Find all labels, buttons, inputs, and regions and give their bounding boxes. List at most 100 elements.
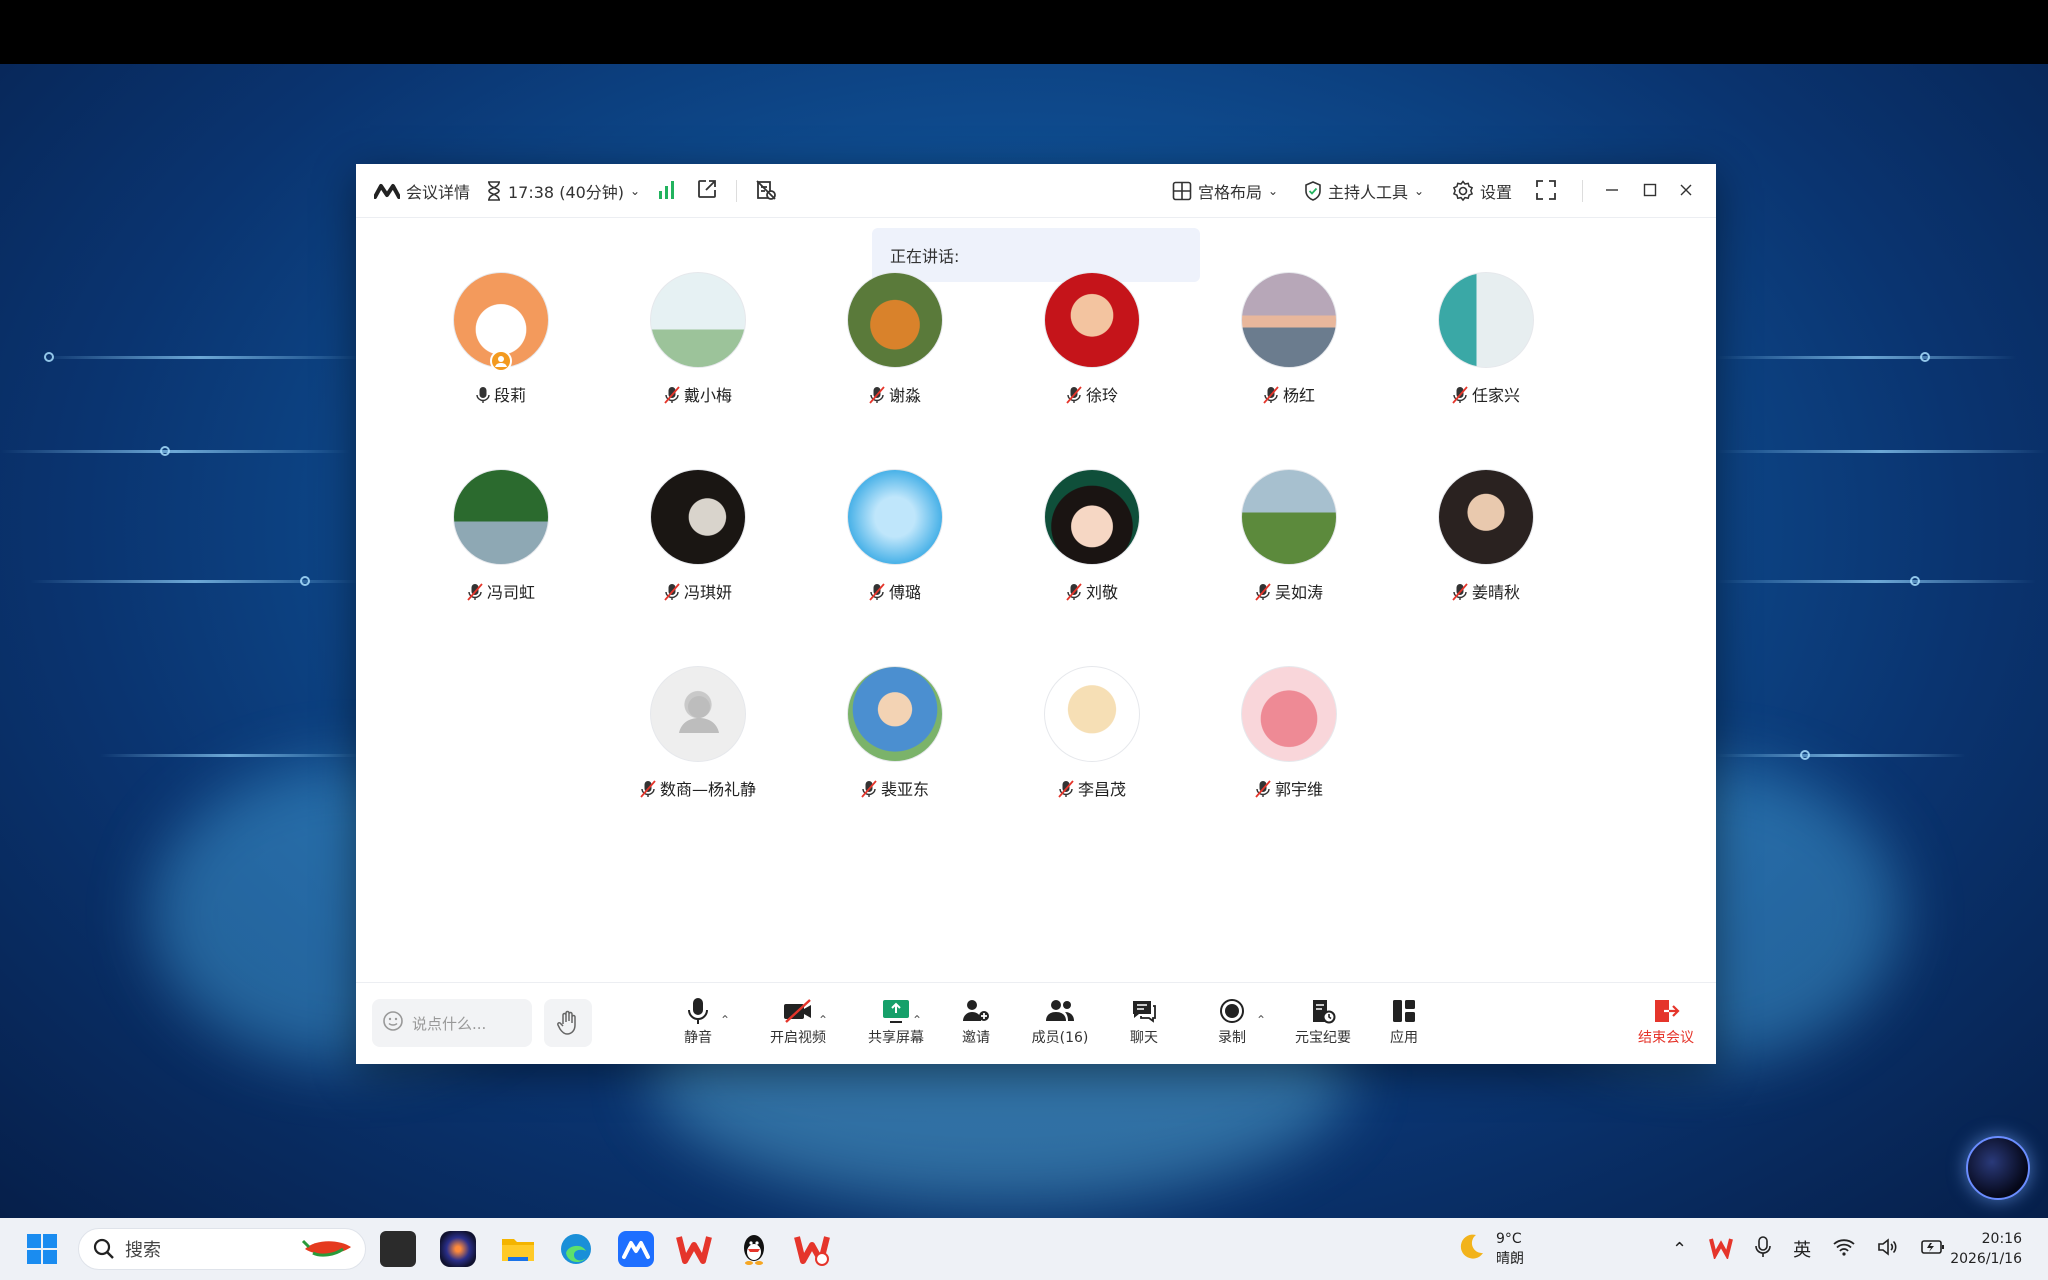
end-meeting-label: 结束会议 [1638, 1030, 1694, 1046]
participant-tile[interactable]: 杨红 [1214, 272, 1364, 412]
participant-name-row: 冯司虹 [426, 579, 576, 603]
participant-name-row: 姜晴秋 [1411, 579, 1561, 603]
start-video-button[interactable]: 开启视频 [752, 995, 844, 1055]
share-options-caret[interactable]: ⌃ [912, 1013, 922, 1027]
participant-tile[interactable]: 段莉 [426, 272, 576, 412]
taskbar-search-box[interactable]: 搜索 [78, 1228, 366, 1270]
participant-tile[interactable]: 刘敬 [1017, 469, 1167, 609]
video-options-caret[interactable]: ⌃ [818, 1013, 828, 1027]
members-icon [1046, 1000, 1074, 1021]
search-highlight-pepper-icon [299, 1233, 355, 1266]
participant-tile[interactable]: 任家兴 [1411, 272, 1561, 412]
participant-tile[interactable]: 吴如涛 [1214, 469, 1364, 609]
raise-hand-button[interactable] [544, 999, 592, 1047]
chat-input[interactable]: 说点什么... [372, 999, 532, 1047]
windows-start-icon[interactable] [24, 1231, 60, 1267]
record-label: 录制 [1218, 1030, 1246, 1046]
participant-tile[interactable]: 李昌茂 [1017, 666, 1167, 806]
chat-button[interactable]: 聊天 [1112, 995, 1176, 1055]
participant-tile[interactable]: 裴亚东 [820, 666, 970, 806]
mute-options-caret[interactable]: ⌃ [720, 1013, 730, 1027]
participant-tile[interactable]: 数商—杨礼静 [623, 666, 773, 806]
volume-icon[interactable] [1877, 1237, 1899, 1262]
record-options-caret[interactable]: ⌃ [1256, 1013, 1266, 1027]
input-method-indicator[interactable]: 英 [1793, 1236, 1811, 1262]
participant-tile[interactable]: 徐玲 [1017, 272, 1167, 412]
microphone-muted-icon [1058, 780, 1074, 798]
emoji-icon[interactable] [382, 1010, 404, 1036]
members-button[interactable]: 成员(16) [1018, 995, 1102, 1055]
qq-penguin-icon[interactable] [736, 1231, 772, 1267]
summary-label: 元宝纪要 [1295, 1030, 1351, 1046]
participant-name-row: 任家兴 [1411, 382, 1561, 406]
microphone-muted-icon [664, 386, 680, 404]
share-screen-button[interactable]: 共享屏幕 [846, 995, 946, 1055]
microphone-muted-icon [467, 583, 483, 601]
share-label: 共享屏幕 [868, 1030, 924, 1046]
participant-tile[interactable]: 郭宇维 [1214, 666, 1364, 806]
microphone-muted-icon [869, 583, 885, 601]
moon-icon [1456, 1232, 1486, 1266]
weather-desc: 晴朗 [1496, 1251, 1524, 1267]
file-explorer-icon[interactable] [500, 1231, 536, 1267]
avatar [650, 666, 746, 762]
avatar [650, 469, 746, 565]
participant-name-row: 郭宇维 [1214, 776, 1364, 800]
microphone-muted-icon [1452, 583, 1468, 601]
apps-button[interactable]: 应用 [1372, 995, 1436, 1055]
weather-widget[interactable]: 9°C 晴朗 [1456, 1218, 1524, 1280]
participant-tile[interactable]: 戴小梅 [623, 272, 773, 412]
browser-app-icon[interactable] [440, 1231, 476, 1267]
participant-tile[interactable]: 谢淼 [820, 272, 970, 412]
wps-office-icon[interactable] [676, 1231, 712, 1267]
participant-name-row: 吴如涛 [1214, 579, 1364, 603]
video-off-icon [784, 999, 811, 1023]
participant-name: 傅璐 [888, 583, 921, 602]
participant-tile[interactable]: 傅璐 [820, 469, 970, 609]
assistant-orb-icon[interactable] [1966, 1136, 2030, 1200]
clock[interactable]: 20:16 2026/1/16 [1946, 1218, 2022, 1280]
battery-icon[interactable] [1921, 1238, 1945, 1261]
microphone-muted-icon [664, 583, 680, 601]
avatar [1241, 666, 1337, 762]
microphone-muted-icon [869, 386, 885, 404]
participant-tile[interactable]: 姜晴秋 [1411, 469, 1561, 609]
microphone-icon [688, 998, 708, 1024]
invite-button[interactable]: 邀请 [944, 995, 1008, 1055]
microphone-muted-icon [861, 780, 877, 798]
ai-summary-button[interactable]: 元宝纪要 [1278, 995, 1368, 1055]
search-icon [93, 1238, 114, 1259]
participant-name-row: 傅璐 [820, 579, 970, 603]
end-meeting-button[interactable]: 结束会议 [1626, 995, 1706, 1055]
participant-tile[interactable]: 冯琪妍 [623, 469, 773, 609]
avatar [1044, 272, 1140, 368]
raise-hand-icon [557, 1010, 576, 1035]
avatar [453, 469, 549, 565]
microphone-icon[interactable] [1755, 1235, 1771, 1263]
share-screen-icon [883, 1000, 909, 1023]
participant-grid: 段莉 戴小梅 谢淼 徐玲 杨红 任家兴冯司虹 冯琪妍 傅璐 刘敬 吴如涛 姜晴秋数商—杨礼静 裴亚东 李… [356, 164, 1716, 1064]
participant-name: 任家兴 [1471, 386, 1520, 405]
clock-time: 20:16 [1981, 1231, 2022, 1247]
wifi-icon[interactable] [1833, 1238, 1855, 1261]
microphone-muted-icon [1255, 583, 1271, 601]
chevron-up-icon[interactable]: ⌃ [1672, 1239, 1687, 1260]
wps-tray-icon[interactable] [1709, 1235, 1734, 1264]
record-icon [1220, 999, 1244, 1023]
participant-name: 数商—杨礼静 [659, 780, 756, 799]
participant-name-row: 裴亚东 [820, 776, 970, 800]
avatar [847, 469, 943, 565]
participant-name-row: 戴小梅 [623, 382, 773, 406]
participant-name: 李昌茂 [1077, 780, 1126, 799]
record-button[interactable]: 录制 [1200, 995, 1264, 1055]
wps-office-alt-icon[interactable] [794, 1231, 830, 1267]
edge-browser-icon[interactable] [558, 1231, 594, 1267]
task-view-icon[interactable] [380, 1231, 416, 1267]
participant-tile[interactable]: 冯司虹 [426, 469, 576, 609]
microphone-muted-icon [1066, 386, 1082, 404]
apps-label: 应用 [1390, 1030, 1418, 1046]
microphone-icon [476, 387, 490, 403]
tencent-meeting-taskbar-icon[interactable] [618, 1231, 654, 1267]
system-tray: ⌃ 英 [1672, 1218, 1945, 1280]
host-badge-icon [490, 350, 512, 372]
